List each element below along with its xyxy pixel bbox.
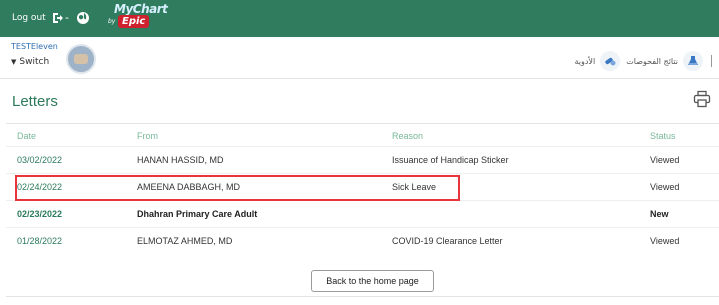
printer-icon[interactable] <box>693 90 711 108</box>
letter-reason: Issuance of Handicap Sticker <box>381 145 639 173</box>
letter-from: HANAN HASSID, MD <box>126 145 381 173</box>
letter-date[interactable]: 02/23/2022 <box>6 199 126 227</box>
letter-from: ELMOTAZ AHMED, MD <box>126 226 381 254</box>
separator-dash: - <box>65 11 69 24</box>
nav-test-results[interactable]: نتائج الفحوصات <box>626 51 703 71</box>
table-row[interactable]: 03/02/2022 HANAN HASSID, MD Issuance of … <box>6 145 719 173</box>
pills-icon <box>600 51 621 71</box>
account-header: TESTEleven ▼ Switch الأدوية نتائج الفحوص… <box>0 37 719 79</box>
shortcut-nav: الأدوية نتائج الفحوصات <box>574 51 719 71</box>
language-globe-icon[interactable] <box>76 11 90 25</box>
nav-edge-divider <box>711 55 719 67</box>
column-header-date[interactable]: Date <box>6 126 126 146</box>
logout-label: Log out <box>12 13 46 23</box>
logout-button[interactable]: Log out <box>12 12 64 24</box>
mychart-logo-text: MyChart <box>114 2 168 16</box>
logo-by-text: by <box>108 18 116 25</box>
letter-status: Viewed <box>639 172 719 200</box>
logout-icon <box>52 13 63 23</box>
caret-down-icon: ▼ <box>11 58 17 66</box>
letter-reason: COVID-19 Clearance Letter <box>381 226 639 254</box>
user-name: TESTEleven <box>11 42 58 51</box>
avatar-photo <box>74 54 88 64</box>
mychart-epic-logo: MyChart by Epic <box>98 2 168 35</box>
letter-status: Viewed <box>639 145 719 173</box>
letter-reason <box>381 199 639 227</box>
title-divider <box>6 123 719 124</box>
column-header-from[interactable]: From <box>126 126 381 146</box>
column-header-reason[interactable]: Reason <box>381 126 639 146</box>
nav-medications-label: الأدوية <box>574 56 596 66</box>
epic-logo-badge: Epic <box>118 15 150 28</box>
table-row[interactable]: 02/23/2022 Dhahran Primary Care Adult Ne… <box>6 199 719 227</box>
letter-from: Dhahran Primary Care Adult <box>126 199 381 227</box>
nav-medications[interactable]: الأدوية <box>574 51 621 71</box>
back-to-home-button[interactable]: Back to the home page <box>311 270 434 292</box>
table-header-row: Date From Reason Status <box>6 126 719 146</box>
letter-date[interactable]: 03/02/2022 <box>6 145 126 173</box>
letters-panel: Letters Date From Reason Status 03/02/20… <box>6 80 719 305</box>
letter-status: Viewed <box>639 226 719 254</box>
switch-label: Switch <box>19 57 50 67</box>
switch-account-button[interactable]: ▼ Switch <box>11 57 49 67</box>
nav-test-results-label: نتائج الفحوصات <box>626 56 678 66</box>
page-title: Letters <box>12 93 58 110</box>
avatar[interactable] <box>66 44 96 74</box>
letter-date[interactable]: 01/28/2022 <box>6 226 126 254</box>
flask-icon <box>683 51 703 71</box>
letter-status: New <box>639 199 719 227</box>
table-row[interactable]: 01/28/2022 ELMOTAZ AHMED, MD COVID-19 Cl… <box>6 226 719 254</box>
highlighted-row-outline <box>15 175 460 201</box>
top-bar: Log out - MyChart by Epic <box>0 0 719 37</box>
column-header-status[interactable]: Status <box>639 126 719 146</box>
bottom-divider <box>6 296 719 297</box>
